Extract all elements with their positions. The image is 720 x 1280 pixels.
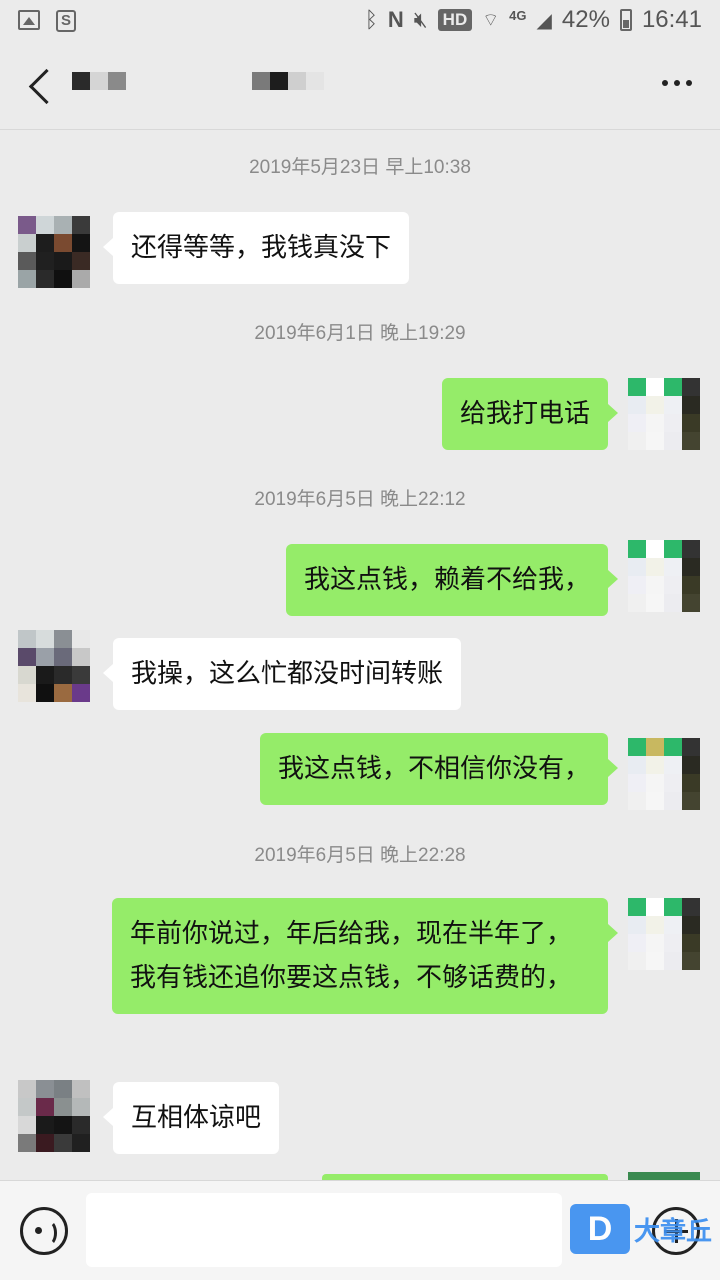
nfc-icon: N [387,7,404,32]
timestamp: 2019年6月5日 晚上22:12 [254,489,466,510]
wifi-icon: ⌔ [482,9,500,30]
timestamp: 2019年6月5日 晚上22:28 [254,845,466,866]
self-avatar[interactable] [628,738,700,810]
message-sent[interactable]: 年前你说过，年后给我，现在半年了，我有钱还追你要这点钱，不够话费的， [112,898,618,1014]
signal-icon: ◢ [536,9,552,32]
timestamp: 2019年5月23日 早上10:38 [249,157,471,178]
hd-badge: HD [437,9,473,31]
battery-icon [619,9,632,31]
message-input[interactable] [86,1193,562,1267]
network-type: 4G [509,7,527,23]
timestamp: 2019年6月1日 晚上19:29 [254,323,466,344]
status-bar: S ᛒ N 🔇︎ HD ⌔ 4G ◢ 42% 16:41 [0,0,720,44]
watermark: D 大章丘 [570,1204,712,1254]
contact-name-redacted [72,72,126,90]
message-sent[interactable]: 给我打电话 [441,378,619,450]
contact-avatar[interactable] [18,1080,90,1152]
bluetooth-icon: ᛒ [364,7,378,32]
contact-avatar[interactable] [18,216,90,288]
image-icon [18,10,40,30]
chat-header [0,44,720,130]
watermark-text: 大章丘 [634,1216,713,1247]
message-received[interactable]: 我操，这么忙都没时间转账 [102,638,462,710]
self-avatar[interactable] [628,540,700,612]
message-received[interactable]: 还得等等，我钱真没下 [102,212,410,284]
watermark-logo: D [570,1204,630,1254]
voice-input-icon[interactable] [20,1207,68,1255]
s-app-icon: S [56,10,76,32]
message-sent[interactable]: 我这点钱，不相信你没有， [259,733,619,805]
chat-title-redacted [252,72,324,90]
self-avatar[interactable] [628,898,700,970]
contact-avatar[interactable] [18,630,90,702]
message-received[interactable]: 互相体谅吧 [102,1082,280,1154]
clock: 16:41 [641,6,702,33]
back-arrow-icon[interactable] [24,66,64,106]
mute-icon: 🔇︎ [413,7,428,32]
battery-percent: 42% [561,6,610,33]
more-dots-icon[interactable] [662,80,692,86]
message-sent[interactable]: 我这点钱，赖着不给我， [285,544,619,616]
self-avatar[interactable] [628,378,700,450]
